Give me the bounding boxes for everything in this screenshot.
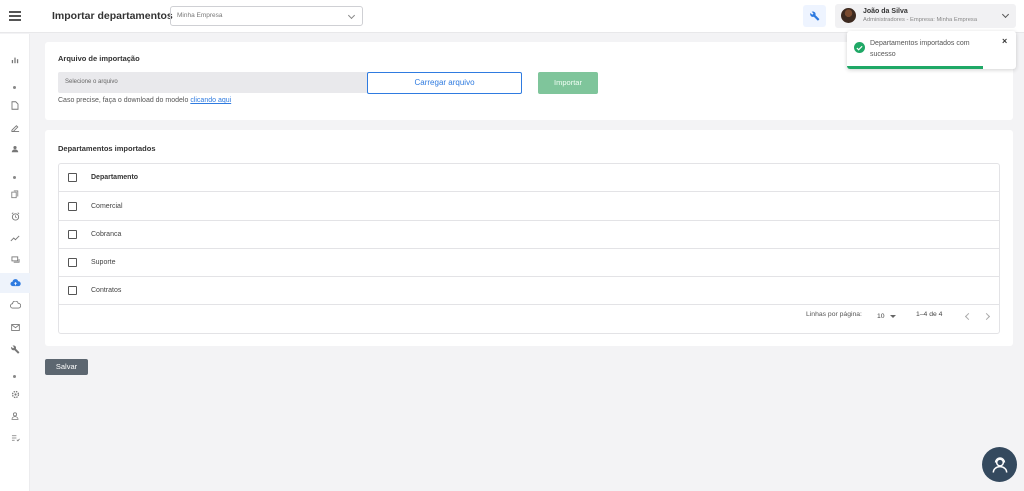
section-dot xyxy=(13,375,16,378)
departments-card-title: Departamentos importados xyxy=(58,144,156,153)
bar-chart-icon xyxy=(11,57,19,64)
table-row: Comercial xyxy=(59,193,999,221)
check-circle-icon xyxy=(854,42,865,53)
rows-per-page-select[interactable]: 10 xyxy=(877,313,896,320)
download-template-link[interactable]: clicando aqui xyxy=(190,97,231,104)
section-dot xyxy=(13,86,16,89)
page-title: Importar departamentos xyxy=(52,10,173,22)
sidebar-item-dashboard[interactable] xyxy=(0,50,30,70)
person-badge-icon xyxy=(11,145,19,153)
department-cell: Cobranca xyxy=(91,231,122,238)
tools-button[interactable] xyxy=(803,5,826,27)
caret-down-icon xyxy=(889,314,896,318)
column-header-department: Departamento xyxy=(91,174,139,181)
sidebar-item-tools[interactable] xyxy=(0,339,30,359)
sidebar-item-export[interactable] xyxy=(0,295,30,315)
department-cell: Suporte xyxy=(91,259,116,266)
chevron-down-icon xyxy=(347,11,356,20)
sidebar-item-edit[interactable] xyxy=(0,117,30,137)
sidebar-item-users[interactable] xyxy=(0,406,30,426)
sidebar-item-copy[interactable] xyxy=(0,184,30,204)
wrench-icon xyxy=(10,344,19,354)
top-bar: Importar departamentos Minha Empresa Joã… xyxy=(0,0,1024,33)
table-header-row: Departamento xyxy=(59,164,999,192)
trend-line-icon xyxy=(10,235,20,242)
import-button[interactable]: Importar xyxy=(538,72,598,94)
save-button[interactable]: Salvar xyxy=(45,359,88,375)
sidebar-item-people[interactable] xyxy=(0,139,30,159)
company-select-value: Minha Empresa xyxy=(177,12,223,19)
avatar xyxy=(841,8,856,23)
file-select-input[interactable]: Selecione o arquivo xyxy=(58,72,368,93)
chat-icon xyxy=(11,256,19,263)
table-row: Cobranca xyxy=(59,221,999,249)
cloud-download-icon xyxy=(9,301,21,309)
template-help-text: Caso precise, faça o download do modelo … xyxy=(58,97,231,104)
menu-icon[interactable] xyxy=(9,11,21,21)
department-cell: Comercial xyxy=(91,203,123,210)
alarm-clock-icon xyxy=(11,211,19,221)
departments-table: Departamento Comercial Cobranca Suporte … xyxy=(58,163,1000,334)
chevron-down-icon xyxy=(1001,10,1010,19)
sidebar-item-import[interactable] xyxy=(0,273,30,293)
user-role: Administradores - Empresa: Minha Empresa xyxy=(863,17,978,23)
gear-icon xyxy=(11,390,19,398)
sidebar-item-tasks[interactable] xyxy=(0,428,30,448)
row-checkbox[interactable] xyxy=(68,202,77,211)
user-icon xyxy=(11,412,19,420)
prev-page-icon[interactable] xyxy=(964,312,973,321)
copy-icon xyxy=(11,190,19,198)
table-row: Suporte xyxy=(59,249,999,277)
rows-per-page-label: Linhas por página: xyxy=(806,311,862,318)
support-button[interactable] xyxy=(982,447,1017,482)
sidebar xyxy=(0,34,30,491)
mail-icon xyxy=(10,323,20,331)
row-checkbox[interactable] xyxy=(68,230,77,239)
pagination-range: 1–4 de 4 xyxy=(916,311,943,318)
upload-file-button[interactable]: Carregar arquivo xyxy=(367,72,522,94)
list-check-icon xyxy=(11,435,20,442)
headset-user-icon xyxy=(992,456,1007,473)
close-icon[interactable]: × xyxy=(1002,36,1007,46)
toast-message: Departamentos importados com sucesso xyxy=(870,40,970,58)
select-all-checkbox[interactable] xyxy=(68,173,77,182)
table-row: Contratos xyxy=(59,277,999,305)
sidebar-item-documents[interactable] xyxy=(0,95,30,115)
rows-per-page-value: 10 xyxy=(877,313,885,320)
wrench-icon xyxy=(809,11,819,21)
next-page-icon[interactable] xyxy=(982,312,991,321)
sidebar-item-alarms[interactable] xyxy=(0,206,30,226)
cloud-upload-icon xyxy=(9,279,21,287)
row-checkbox[interactable] xyxy=(68,286,77,295)
user-name: João da Silva xyxy=(863,8,908,15)
document-icon xyxy=(11,100,19,110)
help-text: Caso precise, faça o download do modelo xyxy=(58,97,189,104)
user-menu[interactable]: João da Silva Administradores - Empresa:… xyxy=(835,4,1016,28)
company-select[interactable]: Minha Empresa xyxy=(170,6,363,26)
success-toast: Departamentos importados com sucesso × xyxy=(847,31,1016,69)
sidebar-item-messages[interactable] xyxy=(0,250,30,270)
sidebar-item-mail[interactable] xyxy=(0,317,30,337)
sidebar-item-reports[interactable] xyxy=(0,228,30,248)
section-dot xyxy=(13,176,16,179)
toast-progress-bar xyxy=(847,66,983,69)
sidebar-item-settings[interactable] xyxy=(0,384,30,404)
department-cell: Contratos xyxy=(91,287,122,294)
row-checkbox[interactable] xyxy=(68,258,77,267)
import-card-title: Arquivo de importação xyxy=(58,54,140,63)
pencil-icon xyxy=(10,124,19,132)
